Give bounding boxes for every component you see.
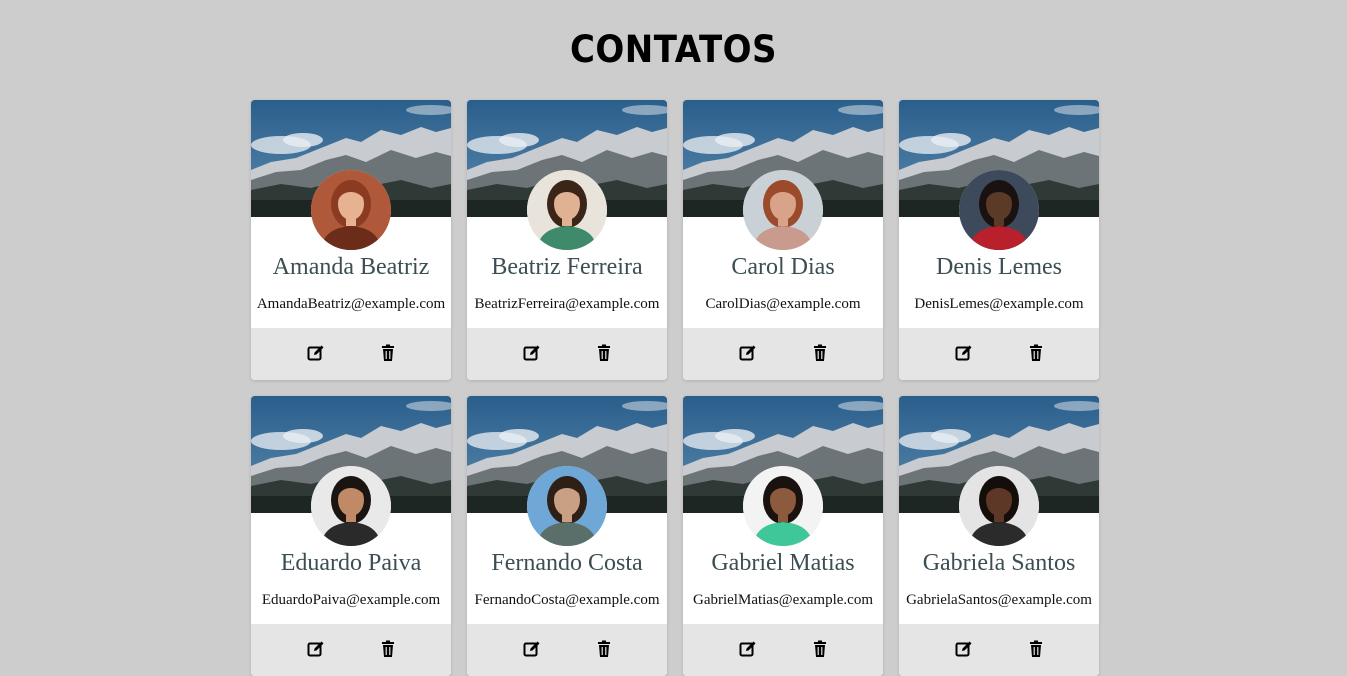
contact-name: Denis Lemes bbox=[936, 254, 1062, 280]
contact-name: Beatriz Ferreira bbox=[491, 254, 643, 280]
contact-name: Gabriel Matias bbox=[711, 550, 855, 576]
page-title: CONTATOS bbox=[569, 28, 778, 71]
trash-icon[interactable] bbox=[379, 640, 397, 658]
avatar-woman-glasses-smiling-photo bbox=[959, 466, 1039, 546]
contact-card: Denis Lemes DenisLemes@example.com bbox=[899, 100, 1099, 380]
contact-email: FernandoCosta@example.com bbox=[474, 592, 660, 608]
contact-email: BeatrizFerreira@example.com bbox=[474, 296, 660, 312]
trash-icon[interactable] bbox=[595, 640, 613, 658]
edit-icon[interactable] bbox=[307, 640, 325, 658]
contacts-grid: Amanda Beatriz AmandaBeatriz@example.com bbox=[251, 100, 1099, 676]
contact-email: GabrielMatias@example.com bbox=[693, 592, 873, 608]
contact-email: DenisLemes@example.com bbox=[914, 296, 1084, 312]
edit-icon[interactable] bbox=[523, 344, 541, 362]
avatar-man-green-shirt-photo bbox=[743, 466, 823, 546]
trash-icon[interactable] bbox=[811, 640, 829, 658]
contact-card: Amanda Beatriz AmandaBeatriz@example.com bbox=[251, 100, 451, 380]
card-actions bbox=[683, 624, 883, 676]
card-actions bbox=[251, 328, 451, 380]
contact-name: Eduardo Paiva bbox=[280, 550, 422, 576]
edit-icon[interactable] bbox=[955, 640, 973, 658]
contact-card: Fernando Costa FernandoCosta@example.com bbox=[467, 396, 667, 676]
contact-email: CarolDias@example.com bbox=[705, 296, 861, 312]
contact-email: AmandaBeatriz@example.com bbox=[256, 296, 446, 312]
contact-name: Gabriela Santos bbox=[922, 550, 1076, 576]
contact-card: Eduardo Paiva EduardoPaiva@example.com bbox=[251, 396, 451, 676]
edit-icon[interactable] bbox=[307, 344, 325, 362]
card-actions bbox=[251, 624, 451, 676]
avatar-woman-red-hair-photo bbox=[311, 170, 391, 250]
edit-icon[interactable] bbox=[523, 640, 541, 658]
trash-icon[interactable] bbox=[595, 344, 613, 362]
contact-email: GabrielaSantos@example.com bbox=[906, 592, 1092, 608]
trash-icon[interactable] bbox=[811, 344, 829, 362]
avatar-woman-on-road-photo bbox=[743, 170, 823, 250]
edit-icon[interactable] bbox=[739, 344, 757, 362]
contact-card: Gabriela Santos GabrielaSantos@example.c… bbox=[899, 396, 1099, 676]
contact-email: EduardoPaiva@example.com bbox=[261, 592, 441, 608]
avatar-woman-curly-hair-photo bbox=[527, 170, 607, 250]
contact-card: Gabriel Matias GabrielMatias@example.com bbox=[683, 396, 883, 676]
card-actions bbox=[467, 624, 667, 676]
card-actions bbox=[467, 328, 667, 380]
contact-card: Carol Dias CarolDias@example.com bbox=[683, 100, 883, 380]
trash-icon[interactable] bbox=[1027, 344, 1045, 362]
card-actions bbox=[899, 328, 1099, 380]
contact-card: Beatriz Ferreira BeatrizFerreira@example… bbox=[467, 100, 667, 380]
edit-icon[interactable] bbox=[739, 640, 757, 658]
avatar-man-open-arms-landscape-photo bbox=[527, 466, 607, 546]
edit-icon[interactable] bbox=[955, 344, 973, 362]
trash-icon[interactable] bbox=[379, 344, 397, 362]
contact-name: Carol Dias bbox=[731, 254, 835, 280]
avatar-man-red-jacket-photo bbox=[959, 170, 1039, 250]
contact-name: Fernando Costa bbox=[491, 550, 643, 576]
card-actions bbox=[899, 624, 1099, 676]
contact-name: Amanda Beatriz bbox=[272, 254, 430, 280]
trash-icon[interactable] bbox=[1027, 640, 1045, 658]
card-actions bbox=[683, 328, 883, 380]
avatar-man-sunglasses-photo bbox=[311, 466, 391, 546]
